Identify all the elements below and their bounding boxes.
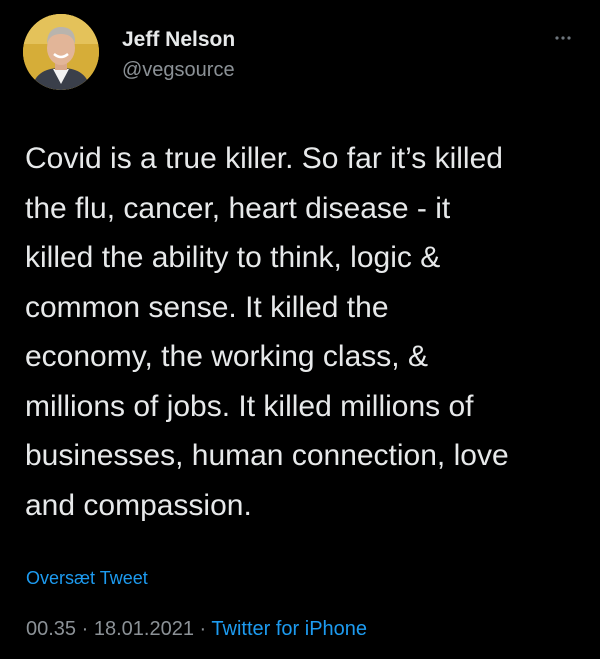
more-options-button[interactable] bbox=[548, 30, 578, 46]
user-avatar-icon bbox=[23, 14, 99, 90]
tweet-time[interactable]: 00.35 bbox=[26, 618, 76, 640]
author-display-name[interactable]: Jeff Nelson bbox=[122, 28, 235, 52]
tweet-date[interactable]: 18.01.2021 bbox=[94, 618, 194, 640]
avatar[interactable] bbox=[23, 14, 99, 90]
meta-separator-2: · bbox=[199, 618, 207, 640]
tweet-card: Jeff Nelson @vegsource Covid is a true k… bbox=[0, 0, 600, 659]
author-handle[interactable]: @vegsource bbox=[122, 59, 235, 82]
meta-separator: · bbox=[81, 618, 89, 640]
tweet-source-link[interactable]: Twitter for iPhone bbox=[211, 618, 367, 640]
translate-tweet-link[interactable]: Oversæt Tweet bbox=[26, 568, 148, 589]
tweet-text: Covid is a true killer. So far it’s kill… bbox=[25, 142, 509, 522]
more-options-icon bbox=[555, 36, 571, 40]
tweet-meta: 00.35 · 18.01.2021 · Twitter for iPhone bbox=[26, 618, 367, 641]
